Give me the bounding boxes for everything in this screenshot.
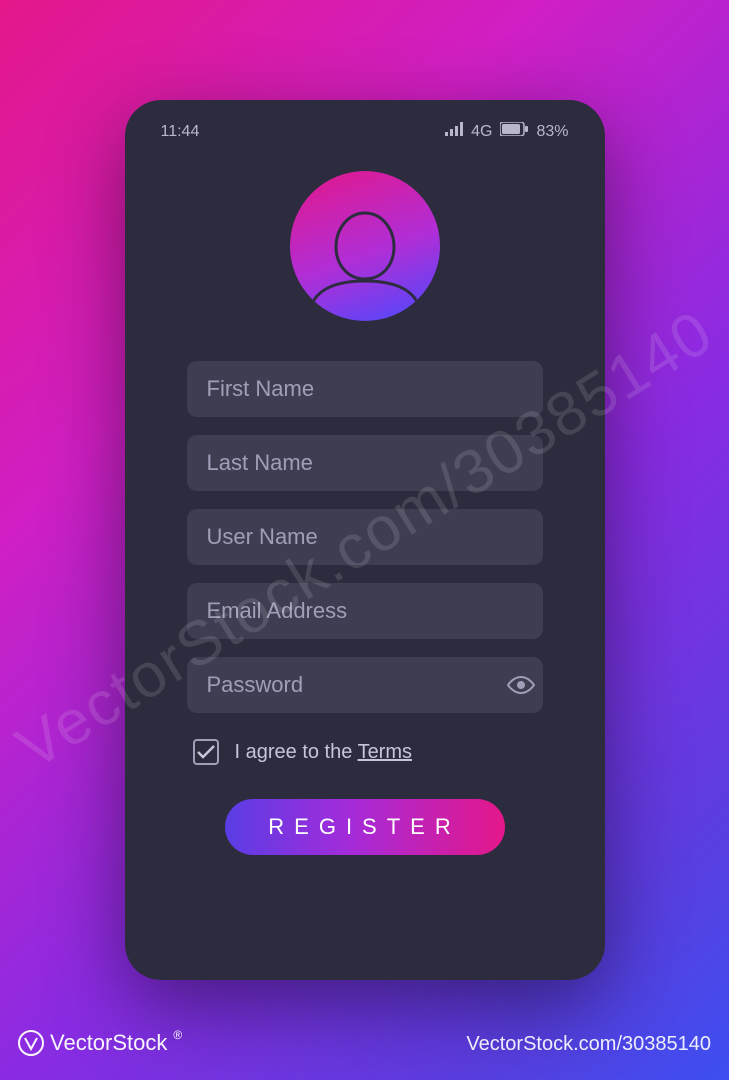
terms-checkbox[interactable] <box>193 739 219 765</box>
avatar-container <box>153 171 577 321</box>
terms-text: I agree to the Terms <box>235 741 413 764</box>
status-battery: 83% <box>536 123 568 141</box>
user-name-input[interactable] <box>187 509 543 565</box>
terms-prefix: I agree to the <box>235 741 358 763</box>
watermark-brand-suffix: ® <box>173 1028 182 1042</box>
avatar <box>290 171 440 321</box>
status-bar: 11:44 4G 83% <box>153 122 577 141</box>
first-name-input[interactable] <box>187 361 543 417</box>
email-input[interactable] <box>187 583 543 639</box>
register-form: I agree to the Terms REGISTER <box>153 361 577 855</box>
eye-icon[interactable] <box>507 675 535 695</box>
phone-frame: 11:44 4G 83% <box>125 100 605 980</box>
person-icon <box>290 203 440 321</box>
status-network: 4G <box>471 123 492 141</box>
status-right: 4G 83% <box>445 122 568 141</box>
terms-row: I agree to the Terms <box>187 731 543 765</box>
vectorstock-logo-icon <box>18 1030 44 1056</box>
signal-icon <box>445 122 463 141</box>
register-button[interactable]: REGISTER <box>225 799 505 855</box>
watermark-brand-text: VectorStock <box>50 1030 167 1056</box>
watermark-brand: VectorStock ® <box>18 1030 182 1056</box>
password-field <box>187 657 543 713</box>
password-input[interactable] <box>207 672 495 698</box>
battery-icon <box>500 122 528 141</box>
watermark-id: VectorStock.com/30385140 <box>466 1033 711 1056</box>
status-time: 11:44 <box>161 123 200 141</box>
last-name-input[interactable] <box>187 435 543 491</box>
check-icon <box>197 745 215 759</box>
terms-link[interactable]: Terms <box>358 741 412 763</box>
